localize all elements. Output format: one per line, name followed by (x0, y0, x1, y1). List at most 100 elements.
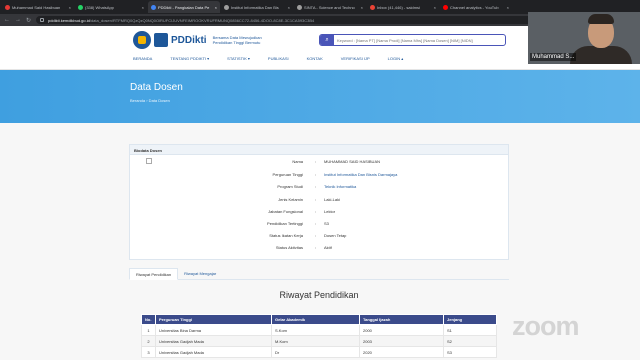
section-title: Riwayat Pendidikan (279, 290, 359, 300)
university-link[interactable]: Institut Informatika Dan Bisnis Darmajay… (324, 172, 397, 177)
tab-favicon-icon (370, 4, 375, 10)
bio-row: Status Ikatan Kerja : Dosen Tetap (130, 233, 510, 245)
search-icon[interactable]: ⌕ (320, 35, 334, 45)
menu-item-kontak[interactable]: KONTAK (307, 56, 323, 61)
column-header: Perguruan Tinggi (155, 314, 272, 325)
browser-tab[interactable]: Channel analytics - YouTub × (440, 1, 512, 13)
menu-item-beranda[interactable]: BERANDA (133, 56, 152, 61)
close-icon[interactable]: × (215, 5, 217, 10)
logo-text: PDDikti (171, 34, 207, 46)
bio-colon: : (315, 197, 317, 202)
participant-video[interactable]: Muhammad S... (528, 12, 640, 64)
column-header: No. (141, 314, 156, 325)
bio-value: MUHAMMAD SAID HASIBUAN (324, 159, 381, 164)
biodata-card: Biodata Dosen Nama : MUHAMMAD SAID HASIB… (129, 144, 509, 260)
bio-label: Nama (292, 159, 303, 164)
tab-favicon-icon (443, 4, 448, 10)
bio-row: Pendidikan Tertinggi : S3 (130, 221, 510, 233)
menu-item-publikasi[interactable]: PUBLIKASI (268, 56, 289, 61)
screen: Muhammad Said Hasibuan × (338) WhatsApp × … (0, 0, 640, 360)
tab-favicon-icon (151, 4, 156, 10)
table-cell: Universitas Gadjah Mada (155, 346, 272, 358)
bio-label: Perguruan Tinggi (272, 172, 303, 177)
tab-title: Muhammad Said Hasibuan (12, 4, 61, 10)
close-icon[interactable]: × (507, 5, 509, 10)
table-cell: S.Kom (271, 324, 360, 336)
url-path: /data_dosen/RTFMRQ0QzQzQ0NQ0OlRUFCIJUVNF… (89, 17, 315, 23)
close-icon[interactable]: × (434, 5, 436, 10)
bio-value: Lektor (324, 209, 336, 214)
table-cell: 3 (141, 346, 156, 358)
logo-subtitle: Bersama Data Mewujudkan Pendidikan Tingg… (212, 35, 262, 45)
bio-row: Perguruan Tinggi : Institut Informatika … (130, 172, 510, 184)
reload-icon[interactable]: ↻ (26, 17, 31, 24)
column-header: Tanggal Ijazah (359, 314, 444, 325)
browser-tab[interactable]: Muhammad Said Hasibuan × (2, 1, 74, 13)
tab-favicon-icon (5, 4, 10, 10)
browser-tab[interactable]: (338) WhatsApp × (75, 1, 147, 13)
bio-row: Nama : MUHAMMAD SAID HASIBUAN (130, 159, 510, 171)
column-header: Gelar Akademik (271, 314, 360, 325)
page-title: Data Dosen (130, 82, 183, 93)
participant-body (570, 46, 632, 64)
menu-item-verifikasi-ijp[interactable]: VERIFIKASI IJP (341, 56, 370, 61)
close-icon[interactable]: × (142, 5, 144, 10)
bio-label: Jabatan Fungsional (268, 209, 303, 214)
table-cell: 2 (141, 335, 156, 347)
bio-value: Laki-Laki (324, 197, 341, 202)
browser-tab[interactable]: SINTA - Science and Techno × (294, 1, 366, 13)
search-bar: ⌕ (319, 34, 506, 46)
back-icon[interactable]: ← (4, 17, 10, 23)
bio-value: Aktif (324, 245, 332, 250)
tab-title: PDDikti - Pangkalan Data Pe (158, 4, 210, 10)
tab-riwayat-mengajar[interactable]: Riwayat Mengajar (178, 268, 222, 280)
menu-item-tentang-pddikti[interactable]: TENTANG PDDIKTI ▾ (170, 56, 209, 61)
tab-riwayat-pendidikan[interactable]: Riwayat Pendidikan (129, 268, 179, 280)
forward-icon[interactable]: → (15, 17, 21, 23)
table-cell: 2000 (359, 324, 444, 336)
bio-value: Dosen Tetap (324, 233, 347, 238)
table-row: 2 Universitas Gadjah Mada M.Kom 2003 S2 (141, 335, 497, 347)
table-cell: 1 (141, 324, 156, 336)
tab-favicon-icon (224, 4, 229, 10)
table-cell: S3 (443, 346, 497, 358)
search-input[interactable] (334, 35, 505, 45)
browser-tab-active[interactable]: PDDikti - Pangkalan Data Pe × (148, 1, 220, 13)
zoom-watermark: zoom (512, 311, 579, 341)
tab-title: Channel analytics - YouTub (450, 4, 499, 10)
menu-item-login[interactable]: LOGIN ▴ (388, 56, 404, 61)
tab-favicon-icon (78, 4, 83, 10)
browser-tab[interactable]: Inbox (41,446) - saidmsi × (367, 1, 439, 13)
breadcrumb[interactable]: Beranda › Data Dosen (130, 98, 170, 103)
study-program-link[interactable]: Teknik Informatika (324, 184, 356, 189)
bio-row: Status Aktivitas : Aktif (130, 245, 510, 257)
browser-tab[interactable]: Institut Informatika Dan Bis × (221, 1, 293, 13)
column-header: Jenjang (443, 314, 497, 325)
bio-row: Program Studi : Teknik Informatika (130, 184, 510, 196)
bio-colon: : (315, 221, 317, 226)
table-cell: S2 (443, 335, 497, 347)
tab-title: Inbox (41,446) - saidmsi (377, 4, 420, 10)
bio-label: Status Ikatan Kerja (269, 233, 303, 238)
bio-label: Program Studi (277, 184, 303, 189)
tab-favicon-icon (297, 4, 302, 10)
lock-icon (40, 18, 45, 22)
table-cell: S1 (443, 324, 497, 336)
bio-label: Status Aktivitas (275, 245, 303, 250)
page-banner: Data Dosen Beranda › Data Dosen (0, 70, 640, 123)
menu-item-statistik[interactable]: STATISTIK ▾ (227, 56, 250, 61)
close-icon[interactable]: × (288, 5, 290, 10)
pddikti-logo[interactable]: PDDikti Bersama Data Mewujudkan Pendidik… (133, 31, 273, 49)
table-cell: 2020 (359, 346, 444, 358)
tut-wuri-handayani-emblem-icon (133, 31, 151, 49)
table-cell: Universitas Bina Darma (155, 324, 272, 336)
close-icon[interactable]: × (69, 5, 71, 10)
table-header-row: No. Perguruan Tinggi Gelar Akademik Tang… (141, 314, 497, 325)
bio-value: S3 (324, 221, 329, 226)
bio-row: Jenis Kelamin : Laki-Laki (130, 197, 510, 209)
bio-label: Jenis Kelamin (278, 197, 303, 202)
bio-colon: : (315, 172, 317, 177)
pddikti-logo-icon (154, 33, 168, 47)
address-bar[interactable]: pddikti.kemdikbud.go.id /data_dosen/RTFM… (36, 16, 537, 24)
close-icon[interactable]: × (361, 5, 363, 10)
